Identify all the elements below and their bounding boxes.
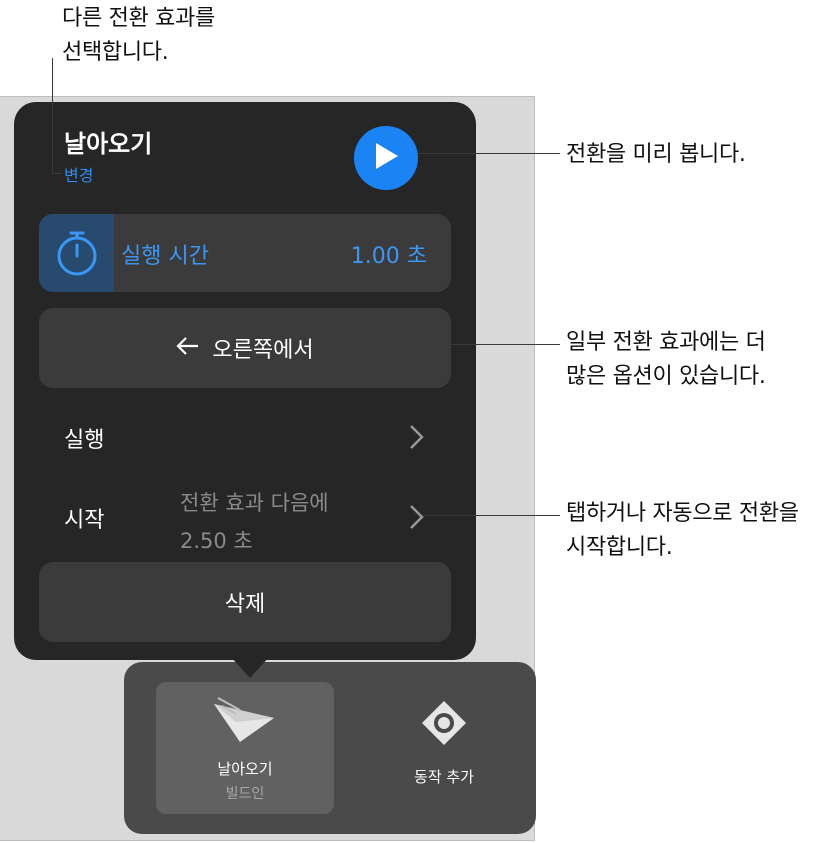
callout-start: 탭하거나 자동으로 전환을 시작합니다. xyxy=(566,501,799,560)
duration-row[interactable]: 실행 시간 1.00 초 xyxy=(39,214,451,292)
diamond-target-icon xyxy=(419,698,469,752)
arrow-left-icon xyxy=(176,336,200,360)
animation-toolbar: 날아오기 빌드인 동작 추가 xyxy=(124,662,536,834)
run-label: 실행 xyxy=(64,428,105,453)
preview-button[interactable] xyxy=(354,126,418,190)
callout-line xyxy=(52,58,53,174)
callout-line xyxy=(52,173,62,174)
callout-line xyxy=(422,515,560,516)
chevron-right-icon xyxy=(408,504,424,534)
popover-caret xyxy=(230,656,270,678)
chevron-right-icon xyxy=(408,424,424,454)
direction-label: 오른쪽에서 xyxy=(212,338,314,363)
callout-more-options: 일부 전환 효과에는 더 많은 옵션이 있습니다. xyxy=(566,330,766,389)
start-description: 전환 효과 다음에 2.50 초 xyxy=(180,491,329,553)
start-label: 시작 xyxy=(64,508,105,533)
toolbar-item-label: 동작 추가 xyxy=(414,768,474,786)
transition-title: 날아오기 xyxy=(64,130,153,158)
change-link[interactable]: 변경 xyxy=(64,162,93,186)
paper-plane-icon xyxy=(210,696,280,750)
toolbar-item-fly-in[interactable]: 날아오기 빌드인 xyxy=(156,682,334,814)
stopwatch-icon xyxy=(55,230,99,280)
duration-value: 1.00 초 xyxy=(350,244,427,269)
direction-button[interactable]: 오른쪽에서 xyxy=(39,308,451,388)
callout-line xyxy=(418,153,560,154)
callout-preview: 전환을 미리 봅니다. xyxy=(566,142,746,167)
callout-select-transition: 다른 전환 효과를 선택합니다. xyxy=(62,6,215,65)
duration-label: 실행 시간 xyxy=(121,244,209,269)
toolbar-item-sublabel: 빌드인 xyxy=(225,786,265,802)
callout-line xyxy=(451,344,560,345)
toolbar-item-label: 날아오기 xyxy=(217,760,273,778)
toolbar-item-add-action[interactable]: 동작 추가 xyxy=(364,682,524,814)
delete-button[interactable]: 삭제 xyxy=(39,562,451,642)
play-icon xyxy=(373,142,399,174)
